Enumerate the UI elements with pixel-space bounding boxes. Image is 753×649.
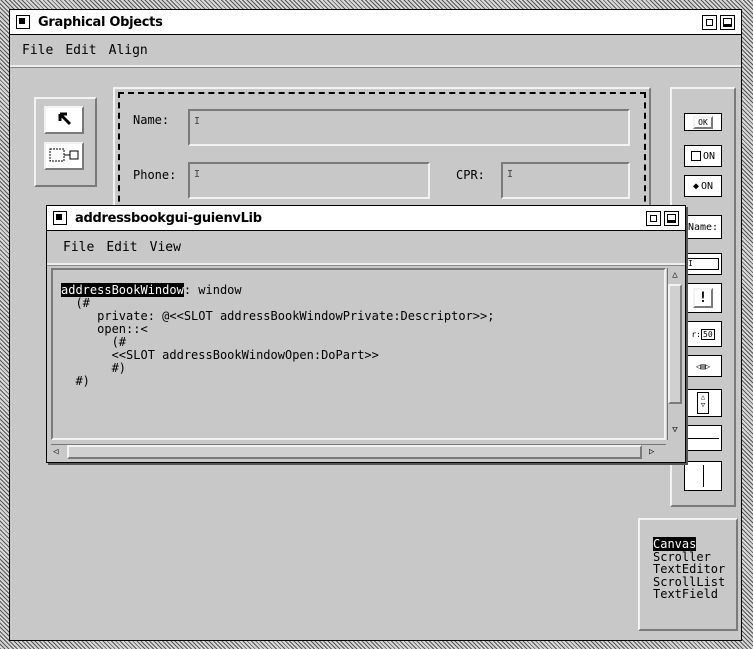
vertical-line-icon	[702, 465, 704, 487]
maximize-icon[interactable]	[664, 210, 679, 226]
palette-radio-widget[interactable]: ◆ ON	[684, 175, 722, 197]
phone-field[interactable]: I	[188, 162, 430, 199]
code-line: (#	[61, 296, 90, 310]
code-line: (#	[61, 335, 127, 349]
menu-file[interactable]: File	[22, 43, 53, 58]
menu-edit[interactable]: Edit	[65, 43, 96, 58]
main-titlebar[interactable]: Graphical Objects	[10, 10, 741, 35]
type-list-panel: Canvas Scroller TextEditor ScrollList Te…	[638, 518, 738, 631]
code-text: addressBookWindow: window (# private: @<…	[61, 283, 495, 388]
code-line: open::<	[61, 322, 148, 336]
arrow-pointer-icon	[58, 112, 72, 126]
menu-view[interactable]: View	[150, 240, 181, 255]
scroll-down-icon[interactable]: ▽	[669, 424, 681, 436]
palette-vscroll-widget[interactable]: △ ▽	[684, 389, 722, 417]
diamond-icon: ◆	[692, 180, 699, 192]
selected-identifier: addressBookWindow	[61, 283, 184, 297]
menu-file[interactable]: File	[63, 240, 94, 255]
slider-preview: r: 50	[691, 328, 715, 340]
checkbox-icon	[690, 151, 701, 161]
palette-textfield-widget[interactable]: I	[684, 253, 722, 275]
code-line: #)	[61, 374, 90, 388]
ok-button-preview: OK	[693, 115, 713, 129]
horizontal-scroll-icon: ◁▥▷	[695, 361, 711, 371]
horizontal-scrollbar[interactable]: ◁ ▷	[51, 444, 666, 460]
palette-alert-widget[interactable]: !	[684, 283, 722, 313]
vertical-scroll-icon: △ ▽	[697, 392, 709, 414]
main-window-title: Graphical Objects	[38, 14, 163, 30]
menu-edit[interactable]: Edit	[106, 240, 137, 255]
main-menubar: File Edit Align	[10, 35, 741, 67]
type-list-item[interactable]: TextEditor	[653, 563, 725, 576]
cpr-label: CPR:	[456, 168, 485, 182]
code-line: #)	[61, 361, 127, 375]
palette-button-widget[interactable]: OK	[684, 113, 722, 131]
addressbook-code-window: addressbookgui-guienvLib File Edit View …	[46, 205, 686, 463]
vertical-scrollbar[interactable]: △ ▽	[667, 268, 683, 440]
maximize-icon[interactable]	[720, 14, 735, 30]
phone-label: Phone:	[133, 168, 177, 182]
slider-value: 50	[701, 328, 715, 340]
vertical-scroll-thumb[interactable]	[668, 284, 682, 404]
radio-label: ON	[700, 180, 714, 192]
palette-checkbox-widget[interactable]: ON	[684, 145, 722, 167]
checkbox-label: ON	[702, 150, 716, 162]
palette-label-widget[interactable]: Name:	[684, 215, 722, 239]
palette-hline-widget[interactable]	[684, 425, 722, 451]
minimize-icon[interactable]	[702, 14, 717, 30]
code-line: <<SLOT addressBookWindowOpen:DoPart>>	[61, 348, 379, 362]
textfield-preview: I	[687, 258, 719, 270]
type-list: Canvas Scroller TextEditor ScrollList Te…	[653, 537, 725, 601]
scroll-right-icon[interactable]: ▷	[649, 446, 661, 458]
type-list-item[interactable]: Canvas	[653, 537, 725, 551]
form-canvas: Name: I Phone: I CPR: I	[113, 87, 651, 217]
tool-box	[34, 97, 97, 187]
code-line: private: @<<SLOT addressBookWindowPrivat…	[61, 309, 495, 323]
child-titlebar[interactable]: addressbookgui-guienvLib	[47, 206, 685, 231]
palette-hscroll-widget[interactable]: ◁▥▷	[684, 355, 722, 377]
name-label: Name:	[133, 113, 170, 127]
scroll-up-icon[interactable]: △	[669, 269, 681, 281]
horizontal-scroll-thumb[interactable]	[67, 445, 642, 459]
scroll-left-icon[interactable]: ◁	[53, 446, 65, 458]
type-list-item[interactable]: TextField	[653, 588, 725, 601]
code-line-1-rest: : window	[183, 283, 242, 297]
menu-align[interactable]: Align	[109, 43, 148, 58]
palette-slider-widget[interactable]: r: 50	[684, 321, 722, 347]
cpr-field[interactable]: I	[501, 162, 630, 199]
child-window-title: addressbookgui-guienvLib	[75, 210, 262, 226]
palette-vline-widget[interactable]	[684, 461, 722, 491]
exclamation-icon: !	[692, 288, 714, 308]
group-tool-button[interactable]	[44, 142, 84, 170]
window-menu-icon[interactable]	[53, 211, 67, 225]
horizontal-line-icon	[687, 437, 719, 439]
label-preview: Name:	[687, 221, 719, 233]
child-menubar: File Edit View	[47, 231, 685, 265]
group-object-icon	[49, 148, 79, 162]
select-tool-button[interactable]	[44, 106, 84, 134]
name-field[interactable]: I	[188, 109, 630, 146]
minimize-icon[interactable]	[646, 210, 661, 226]
code-editor[interactable]: addressBookWindow: window (# private: @<…	[51, 268, 666, 440]
window-menu-icon[interactable]	[16, 15, 30, 29]
